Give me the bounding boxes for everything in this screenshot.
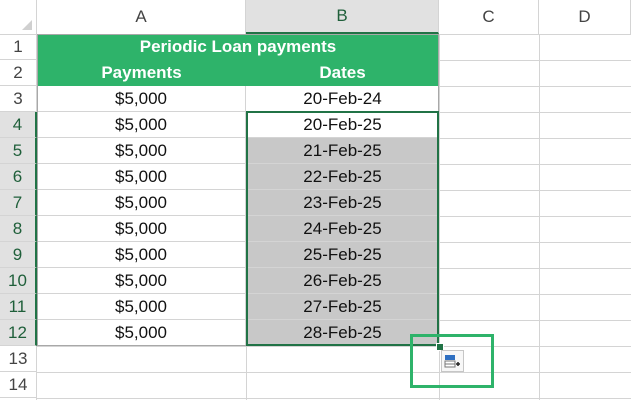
row-header-8[interactable]: 8 [0, 216, 37, 242]
row-header-2[interactable]: 2 [0, 60, 37, 86]
row-header-9[interactable]: 9 [0, 242, 37, 268]
grid-line [37, 398, 631, 399]
date-cell[interactable]: 24-Feb-25 [246, 216, 439, 242]
row-header-6[interactable]: 6 [0, 164, 37, 190]
row-header-14[interactable]: 14 [0, 372, 37, 398]
payment-cell[interactable]: $5,000 [37, 320, 246, 346]
date-cell[interactable]: 20-Feb-24 [246, 86, 439, 112]
column-header-bar: A B C D [0, 0, 631, 35]
date-cell[interactable]: 28-Feb-25 [246, 320, 439, 346]
row-header-5[interactable]: 5 [0, 138, 37, 164]
dates-header-cell[interactable]: Dates [246, 60, 439, 86]
date-cell[interactable]: 23-Feb-25 [246, 190, 439, 216]
auto-fill-options-icon [444, 354, 460, 367]
date-cell[interactable]: 22-Feb-25 [246, 164, 439, 190]
payment-cell[interactable]: $5,000 [37, 138, 246, 164]
column-header-b[interactable]: B [246, 0, 439, 34]
date-cell[interactable]: 27-Feb-25 [246, 294, 439, 320]
row-header-4[interactable]: 4 [0, 112, 37, 138]
table-title-cell[interactable]: Periodic Loan payments [37, 34, 439, 60]
column-header-d[interactable]: D [539, 0, 631, 34]
row-header-7[interactable]: 7 [0, 190, 37, 216]
payment-cell[interactable]: $5,000 [37, 294, 246, 320]
row-header-11[interactable]: 11 [0, 294, 37, 320]
row-header-13[interactable]: 13 [0, 346, 37, 372]
payments-header-cell[interactable]: Payments [37, 60, 246, 86]
payment-cell[interactable]: $5,000 [37, 242, 246, 268]
payment-cell[interactable]: $5,000 [37, 86, 246, 112]
select-all-triangle-icon [22, 20, 32, 30]
grid-line [37, 372, 631, 373]
date-cell[interactable]: 26-Feb-25 [246, 268, 439, 294]
row-header-3[interactable]: 3 [0, 86, 37, 112]
payment-cell[interactable]: $5,000 [37, 268, 246, 294]
grid-line [37, 346, 631, 347]
payment-cell[interactable]: $5,000 [37, 164, 246, 190]
payment-cell[interactable]: $5,000 [37, 112, 246, 138]
spreadsheet: A B C D 1 2 3 4 5 6 7 8 9 10 11 12 13 14… [0, 0, 631, 400]
row-header-bar: 1 2 3 4 5 6 7 8 9 10 11 12 13 14 [0, 34, 37, 400]
column-header-a[interactable]: A [37, 0, 246, 34]
row-header-1[interactable]: 1 [0, 34, 37, 60]
active-date-cell[interactable]: 20-Feb-25 [246, 112, 439, 138]
column-header-c[interactable]: C [439, 0, 539, 34]
payment-cell[interactable]: $5,000 [37, 216, 246, 242]
autofill-options-button[interactable] [441, 350, 464, 372]
row-header-10[interactable]: 10 [0, 268, 37, 294]
select-all-button[interactable] [0, 0, 37, 34]
date-cell[interactable]: 21-Feb-25 [246, 138, 439, 164]
row-header-12[interactable]: 12 [0, 320, 37, 346]
payment-cell[interactable]: $5,000 [37, 190, 246, 216]
date-cell[interactable]: 25-Feb-25 [246, 242, 439, 268]
